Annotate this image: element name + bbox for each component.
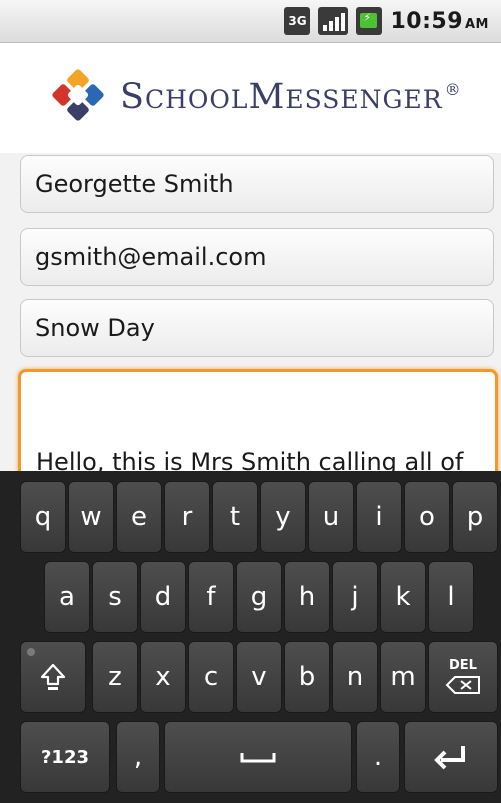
key-x[interactable]: x [140, 641, 186, 713]
key-r[interactable]: r [164, 481, 210, 553]
email-field[interactable]: gsmith@email.com [20, 228, 494, 286]
brand-name-text: SchoolMessenger [120, 77, 443, 117]
enter-key[interactable] [404, 721, 498, 793]
name-field[interactable]: Georgette Smith [20, 155, 494, 213]
shift-indicator-dot [27, 648, 35, 656]
app-header: SchoolMessenger ® [0, 43, 501, 154]
space-bar-icon [240, 753, 276, 763]
soft-keyboard: q w e r t y u i o p a s d f g h j k l z … [0, 471, 501, 803]
key-e[interactable]: e [116, 481, 162, 553]
clock-ampm: AM [465, 16, 489, 32]
key-l[interactable]: l [428, 561, 474, 633]
key-m[interactable]: m [380, 641, 426, 713]
key-s[interactable]: s [92, 561, 138, 633]
symbols-key[interactable]: ?123 [20, 721, 110, 793]
clock: 10:59 AM [390, 9, 489, 34]
key-d[interactable]: d [140, 561, 186, 633]
key-g[interactable]: g [236, 561, 282, 633]
key-j[interactable]: j [332, 561, 378, 633]
network-3g-icon: 3G [284, 7, 311, 35]
status-bar: 3G 10:59AM [0, 0, 501, 43]
message-textarea[interactable]: Hello, this is Mrs Smith calling all of [18, 369, 498, 471]
delete-label: DEL [449, 658, 477, 673]
key-b[interactable]: b [284, 641, 330, 713]
network-label: 3G [288, 14, 307, 28]
shift-key[interactable] [20, 641, 86, 713]
key-k[interactable]: k [380, 561, 426, 633]
key-v[interactable]: v [236, 641, 282, 713]
key-h[interactable]: h [284, 561, 330, 633]
clock-time: 10:59 [390, 8, 463, 34]
space-key[interactable] [164, 721, 352, 793]
signal-bars-icon [318, 7, 349, 35]
delete-key[interactable]: DEL [428, 641, 498, 713]
key-o[interactable]: o [404, 481, 450, 553]
key-i[interactable]: i [356, 481, 402, 553]
key-w[interactable]: w [68, 481, 114, 553]
key-y[interactable]: y [260, 481, 306, 553]
shift-icon [40, 663, 66, 690]
key-a[interactable]: a [44, 561, 90, 633]
registered-mark: ® [444, 80, 462, 100]
schoolmessenger-logo-icon [52, 69, 104, 121]
status-icons: 3G 10:59AM [284, 6, 489, 36]
battery-charging-icon [356, 7, 383, 35]
key-n[interactable]: n [332, 641, 378, 713]
brand-name: SchoolMessenger ® [120, 77, 462, 117]
message-form: Georgette Smith gsmith@email.com Snow Da… [0, 153, 501, 471]
period-key[interactable]: . [356, 721, 400, 793]
key-z[interactable]: z [92, 641, 138, 713]
key-p[interactable]: p [452, 481, 498, 553]
subject-field[interactable]: Snow Day [20, 299, 494, 357]
key-u[interactable]: u [308, 481, 354, 553]
enter-icon [434, 746, 465, 770]
key-t[interactable]: t [212, 481, 258, 553]
key-q[interactable]: q [20, 481, 66, 553]
key-f[interactable]: f [188, 561, 234, 633]
backspace-icon [445, 676, 480, 694]
comma-key[interactable]: , [116, 721, 160, 793]
key-c[interactable]: c [188, 641, 234, 713]
